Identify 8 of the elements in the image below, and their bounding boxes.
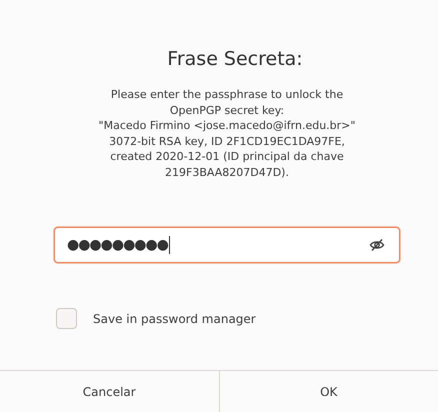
- checkbox[interactable]: [56, 308, 77, 329]
- dialog-button[interactable]: Cancelar: [0, 371, 218, 412]
- dialog-button[interactable]: OK: [218, 371, 438, 412]
- passphrase-field[interactable]: ●●●●●●●●●: [54, 227, 400, 263]
- dialog-title: Frase Secreta:: [166, 48, 304, 70]
- checkbox-label[interactable]: Save in password manager: [93, 312, 256, 326]
- dialog-message: Please enter the passphrase to unlock the OpenPGP secret key: "Macedo Firmino <jose.macedo@ifrn.edu.br>" 3072-bit RSA key, ID 2F1CD19EC1DA97FE, created 2020-12-01 (ID principal da chave 219F3BAA8207D47D).: [98, 87, 356, 180]
- hidden-eye-icon[interactable]: [369, 237, 385, 253]
